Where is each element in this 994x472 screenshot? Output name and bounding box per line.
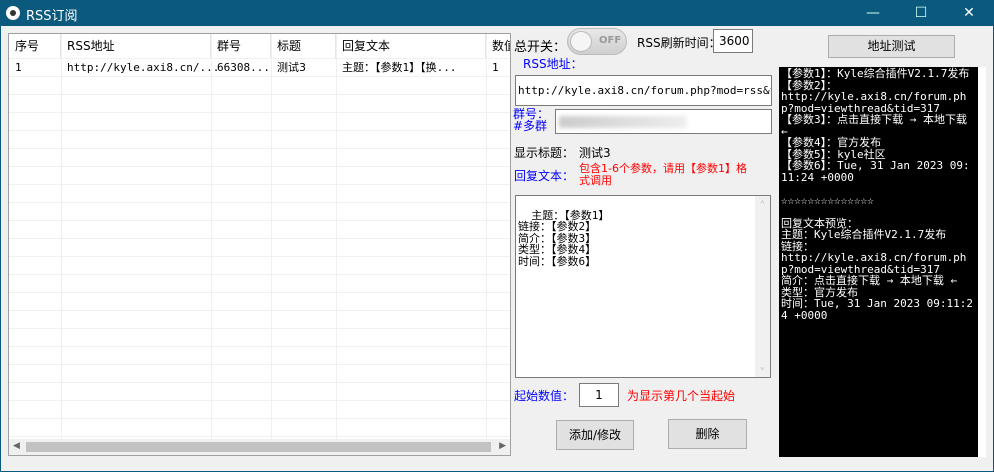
grid-line [9,76,510,77]
rss-url-label: RSS地址： [523,57,583,71]
window-title: RSS订阅 [26,9,78,24]
rss-list-table[interactable]: 序号 RSS地址 群号 标题 回复文本 数值 1 http://kyle.axi… [8,33,511,456]
cell-index: 1 [15,61,22,74]
cell-title: 测试3 [277,61,306,74]
grid-line [9,130,510,131]
cell-group: 66308... [217,61,270,74]
scroll-down-icon: ⌄ [759,361,766,372]
column-header-value[interactable]: 数值 [486,34,510,58]
preview-output-panel[interactable]: 【参数1】：Kyle综合插件V2.1.7发布 【参数2】： http://kyl… [779,67,978,457]
refresh-interval-input[interactable]: 3600 [713,29,753,53]
grid-line [9,400,510,401]
start-value-hint: 为显示第几个当起始 [627,389,736,403]
grid-line [9,148,510,149]
textarea-scrollbar[interactable]: ⌃ ⌄ [755,196,770,377]
grid-line [9,166,510,167]
group-label: 群号： #多群 [513,107,550,133]
column-header-group[interactable]: 群号 [211,34,271,58]
grid-line [9,256,510,257]
grid-line [9,328,510,329]
switch-state: OFF [599,35,622,46]
column-header-title[interactable]: 标题 [271,34,336,58]
minimize-button[interactable]: — [850,0,896,26]
grid-line [9,292,510,293]
scroll-up-icon: ⌃ [759,200,766,210]
start-value-input[interactable]: 1 [579,383,619,407]
cell-value: 1 [492,61,499,74]
cell-rss-url: http://kyle.axi8.cn/... [67,61,220,74]
grid-line [9,310,510,311]
start-value-label: 起始数值： [514,389,575,403]
grid-line [9,202,510,203]
grid-line [9,436,510,437]
grid-line [9,112,510,113]
scroll-left-icon[interactable]: ◀ [13,441,20,451]
column-header-reply[interactable]: 回复文本 [336,34,486,58]
maximize-button[interactable]: ☐ [898,0,944,26]
rss-url-input[interactable]: http://kyle.axi8.cn/forum.php?mod=rss&fi… [515,75,772,106]
scrollbar-thumb[interactable] [26,442,491,452]
grid-line [9,382,510,383]
add-modify-button[interactable]: 添加/修改 [556,420,634,450]
display-title-label: 显示标题： [514,146,575,160]
refresh-label: RSS刷新时间： [637,36,721,50]
reply-text-textarea[interactable]: 主题：【参数1】 链接：【参数2】 简介：【参数3】 类型：【参数4】 时间：【… [515,195,771,378]
close-button[interactable]: ✕ [946,0,992,26]
grid-line [9,238,510,239]
column-header-rss-url[interactable]: RSS地址 [61,34,211,58]
grid-line [9,184,510,185]
reply-text-label: 回复文本： [514,169,575,183]
redacted-blur [559,116,687,128]
switch-label: 总开关： [514,40,567,55]
column-header-index[interactable]: 序号 [9,34,61,58]
grid-line [9,94,510,95]
delete-button[interactable]: 删除 [668,419,747,449]
grid-line [9,346,510,347]
app-logo-icon [6,6,20,20]
display-title-value: 测试3 [579,146,611,160]
address-test-button[interactable]: 地址测试 [828,35,955,58]
reply-hint: 包含1-6个参数，请用【参数1】格式调用 [579,162,747,187]
preview-scrollbar[interactable] [978,67,986,457]
cell-reply: 主题：【参数1】【换... [342,61,457,74]
scroll-right-icon[interactable]: ▶ [499,441,506,451]
horizontal-scrollbar[interactable]: ◀ ▶ [9,439,510,455]
title-bar: RSS订阅 — ☐ ✕ [0,0,994,26]
master-switch-toggle[interactable]: OFF [567,28,627,55]
grid-line [9,58,510,59]
grid-line [9,220,510,221]
grid-line [9,418,510,419]
grid-line [9,274,510,275]
group-number-input[interactable] [555,109,772,134]
grid-line [9,364,510,365]
